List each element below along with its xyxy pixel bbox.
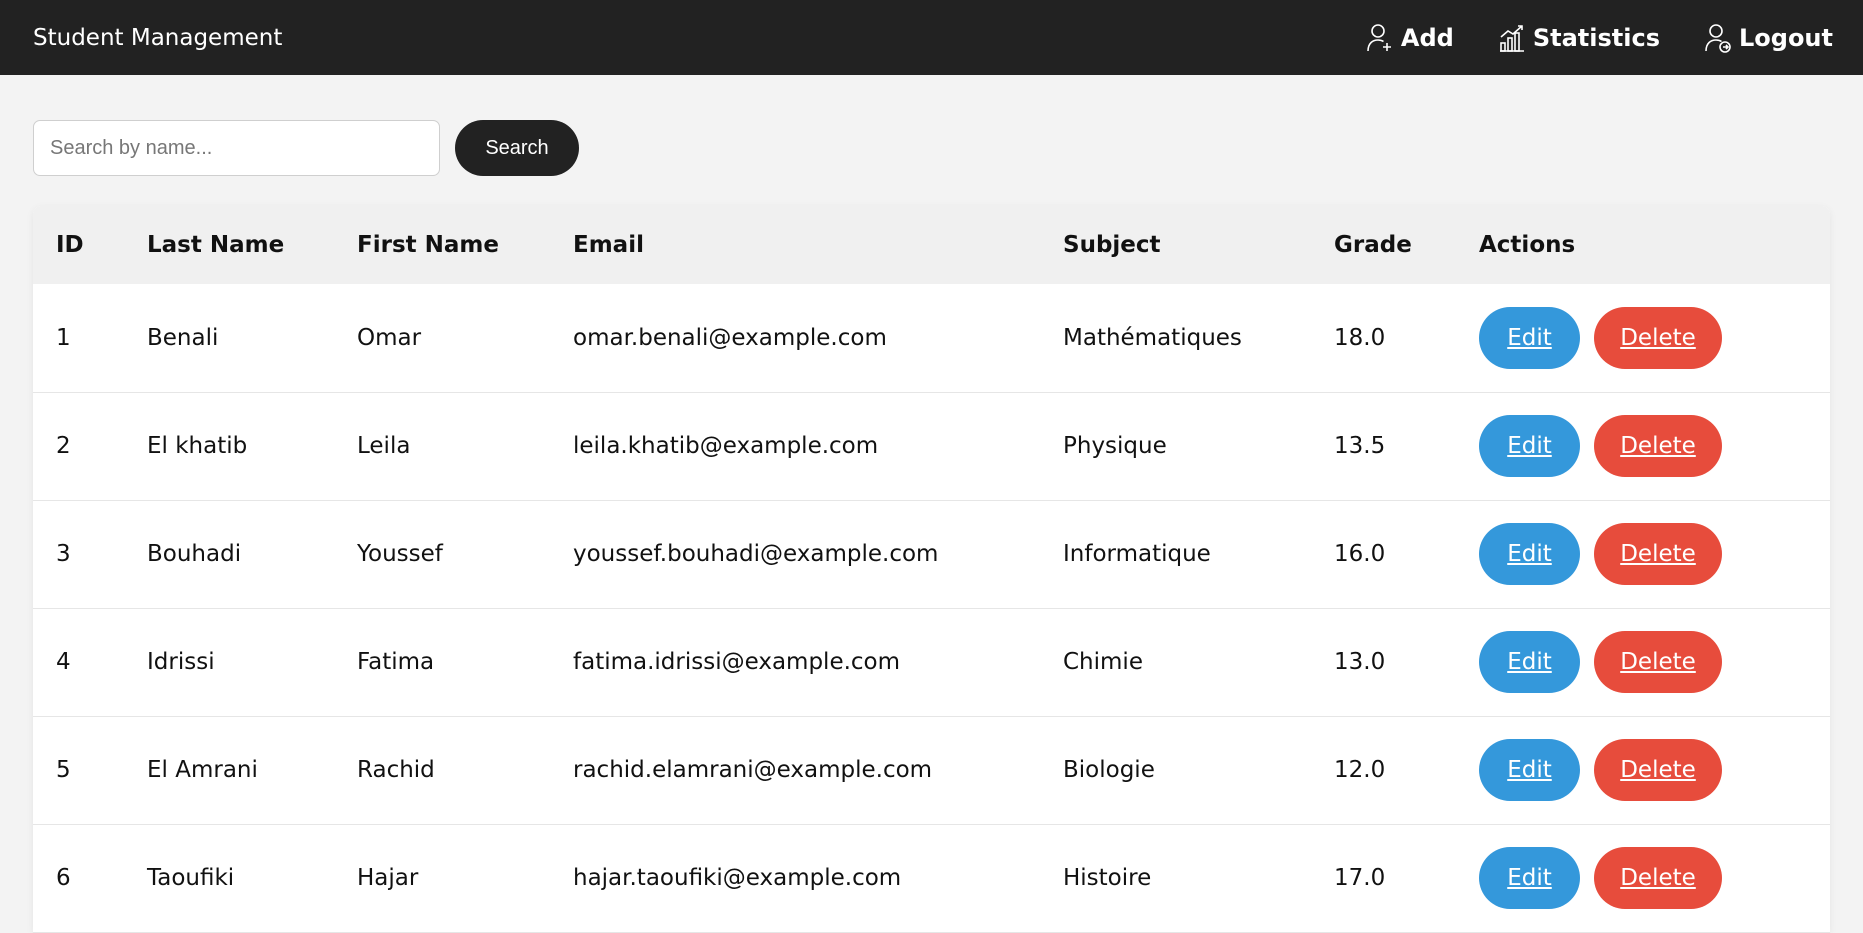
edit-button[interactable]: Edit: [1479, 739, 1580, 801]
nav-logout-link[interactable]: Logout: [1704, 23, 1833, 53]
cell-actions: Edit Delete: [1456, 500, 1830, 609]
cell-first-name: Hajar: [334, 824, 550, 933]
user-add-icon: [1367, 23, 1391, 51]
cell-first-name: Leila: [334, 392, 550, 501]
edit-button[interactable]: Edit: [1479, 415, 1580, 477]
cell-grade: 18.0: [1311, 284, 1456, 393]
cell-id: 3: [33, 500, 124, 609]
cell-last-name: Idrissi: [124, 608, 334, 717]
cell-subject: Histoire: [1040, 824, 1311, 933]
header-subject: Subject: [1040, 206, 1311, 284]
edit-button[interactable]: Edit: [1479, 631, 1580, 693]
table-body: 1 Benali Omar omar.benali@example.com Ma…: [33, 284, 1830, 933]
edit-button[interactable]: Edit: [1479, 306, 1580, 369]
cell-last-name: El Amrani: [124, 716, 334, 825]
cell-id: 1: [33, 284, 124, 393]
cell-id: 4: [33, 608, 124, 717]
cell-first-name: Fatima: [334, 608, 550, 717]
cell-last-name: El khatib: [124, 392, 334, 501]
nav-add-label: Add: [1400, 23, 1454, 52]
delete-button[interactable]: Delete: [1594, 415, 1722, 477]
top-navbar: Student Management Add Statistics Logout: [0, 0, 1863, 75]
cell-id: 2: [33, 392, 124, 501]
cell-email: fatima.idrissi@example.com: [550, 608, 1040, 717]
edit-button[interactable]: Edit: [1479, 847, 1580, 909]
app-title[interactable]: Student Management: [33, 25, 282, 51]
nav-statistics-link[interactable]: Statistics: [1498, 23, 1660, 53]
cell-last-name: Benali: [124, 284, 334, 393]
header-email: Email: [550, 206, 1040, 284]
search-bar: Search: [33, 120, 579, 176]
header-last-name: Last Name: [124, 206, 334, 284]
cell-subject: Biologie: [1040, 716, 1311, 825]
cell-last-name: Bouhadi: [124, 500, 334, 609]
edit-button[interactable]: Edit: [1479, 523, 1580, 585]
cell-actions: Edit Delete: [1456, 608, 1830, 717]
cell-id: 6: [33, 824, 124, 933]
table-row: 2 El khatib Leila leila.khatib@example.c…: [33, 392, 1830, 501]
cell-first-name: Omar: [334, 284, 550, 393]
cell-email: leila.khatib@example.com: [550, 392, 1040, 501]
delete-button[interactable]: Delete: [1594, 631, 1722, 693]
cell-first-name: Youssef: [334, 500, 550, 609]
user-logout-icon: [1705, 23, 1731, 53]
nav-statistics-label: Statistics: [1532, 23, 1660, 52]
students-table-container: ID Last Name First Name Email Subject Gr…: [33, 206, 1830, 933]
cell-actions: Edit Delete: [1456, 284, 1830, 393]
table-row: 5 El Amrani Rachid rachid.elamrani@examp…: [33, 716, 1830, 825]
table-row: 1 Benali Omar omar.benali@example.com Ma…: [33, 284, 1830, 393]
cell-email: rachid.elamrani@example.com: [550, 716, 1040, 825]
search-input[interactable]: [33, 120, 440, 176]
table-row: 3 Bouhadi Youssef youssef.bouhadi@exampl…: [33, 500, 1830, 609]
header-grade: Grade: [1311, 206, 1456, 284]
header-first-name: First Name: [334, 206, 550, 284]
nav-logout-label: Logout: [1738, 23, 1833, 52]
nav-links: Add Statistics Logout: [1322, 23, 1833, 53]
students-table: ID Last Name First Name Email Subject Gr…: [33, 206, 1830, 933]
cell-grade: 16.0: [1311, 500, 1456, 609]
table-row: 6 Taoufiki Hajar hajar.taoufiki@example.…: [33, 824, 1830, 933]
header-id: ID: [33, 206, 124, 284]
cell-grade: 17.0: [1311, 824, 1456, 933]
cell-actions: Edit Delete: [1456, 392, 1830, 501]
cell-subject: Mathématiques: [1040, 284, 1311, 393]
header-actions: Actions: [1456, 206, 1830, 284]
cell-subject: Chimie: [1040, 608, 1311, 717]
nav-add-link[interactable]: Add: [1366, 23, 1454, 53]
cell-actions: Edit Delete: [1456, 824, 1830, 933]
cell-grade: 13.0: [1311, 608, 1456, 717]
table-row: 4 Idrissi Fatima fatima.idrissi@example.…: [33, 608, 1830, 717]
cell-id: 5: [33, 716, 124, 825]
cell-grade: 13.5: [1311, 392, 1456, 501]
cell-actions: Edit Delete: [1456, 716, 1830, 825]
header-row: ID Last Name First Name Email Subject Gr…: [33, 206, 1830, 284]
delete-button[interactable]: Delete: [1594, 523, 1722, 585]
delete-button[interactable]: Delete: [1594, 306, 1722, 369]
delete-button[interactable]: Delete: [1594, 847, 1722, 909]
cell-subject: Informatique: [1040, 500, 1311, 609]
table-header: ID Last Name First Name Email Subject Gr…: [33, 206, 1830, 284]
cell-email: omar.benali@example.com: [550, 284, 1040, 393]
cell-grade: 12.0: [1311, 716, 1456, 825]
cell-subject: Physique: [1040, 392, 1311, 501]
cell-email: youssef.bouhadi@example.com: [550, 500, 1040, 609]
cell-email: hajar.taoufiki@example.com: [550, 824, 1040, 933]
delete-button[interactable]: Delete: [1594, 739, 1722, 801]
bar-chart-icon: [1499, 24, 1524, 52]
search-button[interactable]: Search: [455, 120, 579, 176]
cell-first-name: Rachid: [334, 716, 550, 825]
cell-last-name: Taoufiki: [124, 824, 334, 933]
